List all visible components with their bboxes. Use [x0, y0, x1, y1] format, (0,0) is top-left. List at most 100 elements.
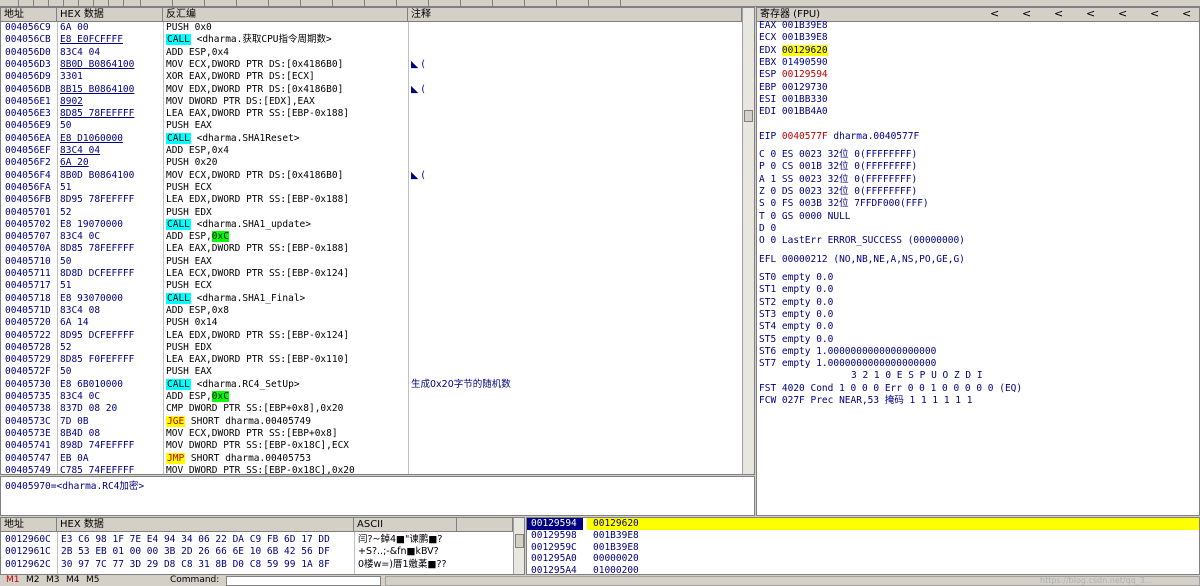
disasm-row[interactable]: 004056D9 3301 XOR EAX,DWORD PTR DS:[ECX]	[1, 71, 742, 83]
tab-m2[interactable]: M2	[26, 575, 40, 586]
disasm-row[interactable]: 004056E1 8902 MOV DWORD PTR DS:[EDX],EAX	[1, 96, 742, 108]
disasm-row[interactable]: 00405729 8D85 F0FEFFFF LEA EAX,DWORD PTR S…	[1, 354, 742, 366]
register-eip[interactable]: EIP 0040577F dharma.0040577F	[759, 131, 919, 143]
col-header-disassembly[interactable]: 反汇编	[163, 8, 408, 22]
flag-segment-row[interactable]: O 0 LastErr ERROR_SUCCESS (00000000)	[759, 235, 965, 247]
register-ebp[interactable]: EBP 00129730	[759, 82, 828, 94]
dump-row[interactable]: 0012960C E3 C6 98 1F 7E E4 94 34 06 22 DA…	[1, 534, 513, 546]
register-value[interactable]: 00129620	[781, 44, 828, 56]
disasm-row[interactable]: 0040573C 7D 0B JGE SHORT dharma.00405749	[1, 415, 742, 428]
disasm-row[interactable]: 00405738 837D 08 20 CMP DWORD PTR SS:[EBP+…	[1, 403, 742, 415]
tab-m5[interactable]: M5	[86, 575, 100, 586]
dump-row[interactable]: 0012962C 30 97 7C 77 3D 29 D8 C8 31 8B D0…	[1, 559, 513, 571]
stack-pane[interactable]: 00129594 00129620 00129598 001B39E8 0012959C…	[526, 517, 1200, 575]
register-value[interactable]: 00129730	[782, 82, 828, 93]
stack-row[interactable]: 0012959C 001B39E8	[527, 542, 1199, 554]
arrow-button[interactable]: <	[1022, 8, 1031, 20]
col-header-comment[interactable]: 注释	[408, 8, 742, 22]
register-esi[interactable]: ESI 001BB330	[759, 94, 828, 106]
flag-segment-row[interactable]: T 0 GS 0000 NULL	[759, 211, 851, 223]
flag-segment-row[interactable]: P 0 CS 001B 32位 0(FFFFFFFF)	[759, 161, 917, 173]
fpu-register-row[interactable]: ST1 empty 0.0	[759, 284, 833, 296]
arrow-button[interactable]: <	[1086, 8, 1095, 20]
register-ebx[interactable]: EBX 01490590	[759, 57, 828, 69]
fpu-register-row[interactable]: ST7 empty 1.0000000000000000000	[759, 358, 936, 370]
register-value[interactable]: 0040577F	[782, 131, 828, 142]
dump-header-ascii[interactable]: ASCII	[354, 518, 457, 532]
fpu-register-row[interactable]: ST3 empty 0.0	[759, 309, 833, 321]
disasm-row[interactable]: 00405711 8D8D DCFEFFFF LEA ECX,DWORD PTR S…	[1, 268, 742, 280]
register-esp[interactable]: ESP 00129594	[759, 69, 828, 81]
dump-scrollbar[interactable]	[513, 518, 524, 574]
disasm-row[interactable]: 004056D3 8B0D B0864100 MOV ECX,DWORD PTR D…	[1, 59, 742, 71]
register-value[interactable]: 001BB4A0	[782, 106, 828, 117]
arrow-button[interactable]: <	[990, 8, 999, 20]
register-edx[interactable]: EDX 00129620	[759, 44, 828, 57]
fpu-control-row[interactable]: FCW 027F Prec NEAR,53 掩码 1 1 1 1 1 1	[759, 395, 972, 407]
arrow-button[interactable]: <	[1054, 8, 1063, 20]
register-value[interactable]: 01490590	[782, 57, 828, 68]
register-value[interactable]: 001B39E8	[782, 32, 828, 43]
disasm-row[interactable]: 004056C9 6A 00 PUSH 0x0	[1, 22, 742, 34]
dump-rows[interactable]: 0012960C E3 C6 98 1F 7E E4 94 34 06 22 DA…	[1, 532, 513, 574]
disasm-row[interactable]: 0040572F 50 PUSH EAX	[1, 366, 742, 378]
disasm-row[interactable]: 00405701 52 PUSH EDX	[1, 207, 742, 219]
disasm-row[interactable]: 00405741 898D 74FEFFFF MOV DWORD PTR SS:[E…	[1, 440, 742, 452]
flag-segment-row[interactable]: Z 0 DS 0023 32位 0(FFFFFFFF)	[759, 186, 917, 198]
fpu-register-row[interactable]: ST2 empty 0.0	[759, 297, 833, 309]
stack-row[interactable]: 001295A0 00000020	[527, 553, 1199, 565]
register-eax[interactable]: EAX 001B39E8	[759, 20, 828, 32]
disasm-row[interactable]: 00405702 E8 19070000 CALL <dharma.SHA1_upd…	[1, 218, 742, 231]
disassembly-pane[interactable]: 地址 HEX 数据 反汇编 注释 004056C9 6A 00 PUSH 0x0 00…	[0, 7, 755, 475]
stack-row[interactable]: 00129594 00129620	[527, 518, 1199, 530]
flag-segment-row[interactable]: C 0 ES 0023 32位 0(FFFFFFFF)	[759, 149, 917, 161]
dump-row[interactable]: 0012961C 2B 53 EB 01 00 00 3B 2D 26 66 6E…	[1, 546, 513, 558]
disasm-row[interactable]: 00405710 50 PUSH EAX	[1, 256, 742, 268]
disasm-row[interactable]: 0040570A 8D85 78FEFFFF LEA EAX,DWORD PTR S…	[1, 243, 742, 255]
disasm-row[interactable]: 00405717 51 PUSH ECX	[1, 280, 742, 292]
disasm-row[interactable]: 00405728 52 PUSH EDX	[1, 342, 742, 354]
arrow-button[interactable]: <	[1150, 8, 1159, 20]
disasm-row[interactable]: 004056DB 8B15 B0864100 MOV EDX,DWORD PTR D…	[1, 84, 742, 96]
fpu-status-row[interactable]: FST 4020 Cond 1 0 0 0 Err 0 0 1 0 0 0 0 …	[759, 383, 1022, 395]
scrollbar-thumb[interactable]	[744, 110, 753, 122]
disasm-row[interactable]: 004056E3 8D85 78FEFFFF LEA EAX,DWORD PTR S…	[1, 108, 742, 120]
disassembly-rows[interactable]: 004056C9 6A 00 PUSH 0x0 004056CB E8 E0FCFFFF…	[1, 22, 742, 474]
disasm-row[interactable]: 004056F2 6A 20 PUSH 0x20	[1, 157, 742, 169]
disasm-row[interactable]: 00405722 8D95 DCFEFFFF LEA EDX,DWORD PTR S…	[1, 330, 742, 342]
fpu-register-row[interactable]: ST0 empty 0.0	[759, 272, 833, 284]
disasm-row[interactable]: 00405730 E8 6B010000 CALL <dharma.RC4_SetU…	[1, 378, 742, 391]
disasm-row[interactable]: 004056D0 83C4 04 ADD ESP,0x4	[1, 47, 742, 59]
stack-row[interactable]: 00129598 001B39E8	[527, 530, 1199, 542]
disasm-row[interactable]: 004056FA 51 PUSH ECX	[1, 182, 742, 194]
register-value[interactable]: 00129594	[782, 69, 828, 80]
flag-segment-row[interactable]: S 0 FS 003B 32位 7FFDF000(FFF)	[759, 198, 929, 210]
stack-rows[interactable]: 00129594 00129620 00129598 001B39E8 0012959C…	[527, 518, 1199, 574]
dump-pane[interactable]: 地址 HEX 数据 ASCII 0012960C E3 C6 98 1F 7E E…	[0, 517, 525, 575]
stack-row[interactable]: 001295A4 01000200	[527, 565, 1199, 574]
disasm-row[interactable]: 004056E9 50 PUSH EAX	[1, 120, 742, 132]
disasm-row[interactable]: 004056CB E8 E0FCFFFF CALL <dharma.获取CPU指令周…	[1, 34, 742, 46]
disasm-row[interactable]: 00405735 83C4 0C ADD ESP,0xC	[1, 391, 742, 403]
command-input[interactable]	[226, 576, 381, 586]
tab-m4[interactable]: M4	[66, 575, 80, 586]
disasm-row[interactable]: 004056FB 8D95 78FEFFFF LEA EDX,DWORD PTR S…	[1, 194, 742, 206]
disasm-row[interactable]: 00405747 EB 0A JMP SHORT dharma.00405753	[1, 452, 742, 465]
disasm-row[interactable]: 00405749 C785 74FEFFFF MOV DWORD PTR SS:[E…	[1, 465, 742, 474]
disasm-row[interactable]: 00405720 6A 14 PUSH 0x14	[1, 317, 742, 329]
fpu-register-row[interactable]: ST4 empty 0.0	[759, 321, 833, 333]
disasm-row[interactable]: 0040573E 8B4D 08 MOV ECX,DWORD PTR SS:[EBP…	[1, 428, 742, 440]
flag-segment-row[interactable]: D 0	[759, 223, 776, 235]
dump-header-address[interactable]: 地址	[1, 518, 57, 532]
eflags-row[interactable]: EFL 00000212 (NO,NB,NE,A,NS,PO,GE,G)	[759, 254, 965, 266]
dump-header-hex[interactable]: HEX 数据	[57, 518, 354, 532]
arrow-button[interactable]: <	[1182, 8, 1191, 20]
tab-m3[interactable]: M3	[46, 575, 60, 586]
flag-segment-row[interactable]: A 1 SS 0023 32位 0(FFFFFFFF)	[759, 174, 917, 186]
fpu-register-row[interactable]: ST5 empty 0.0	[759, 334, 833, 346]
disasm-row[interactable]: 004056EF 83C4 04 ADD ESP,0x4	[1, 145, 742, 157]
disasm-row[interactable]: 00405718 E8 93070000 CALL <dharma.SHA1_Fin…	[1, 292, 742, 305]
disasm-row[interactable]: 004056F4 8B0D B0864100 MOV ECX,DWORD PTR D…	[1, 170, 742, 182]
col-header-hex[interactable]: HEX 数据	[57, 8, 163, 22]
arrow-button[interactable]: <	[1118, 8, 1127, 20]
